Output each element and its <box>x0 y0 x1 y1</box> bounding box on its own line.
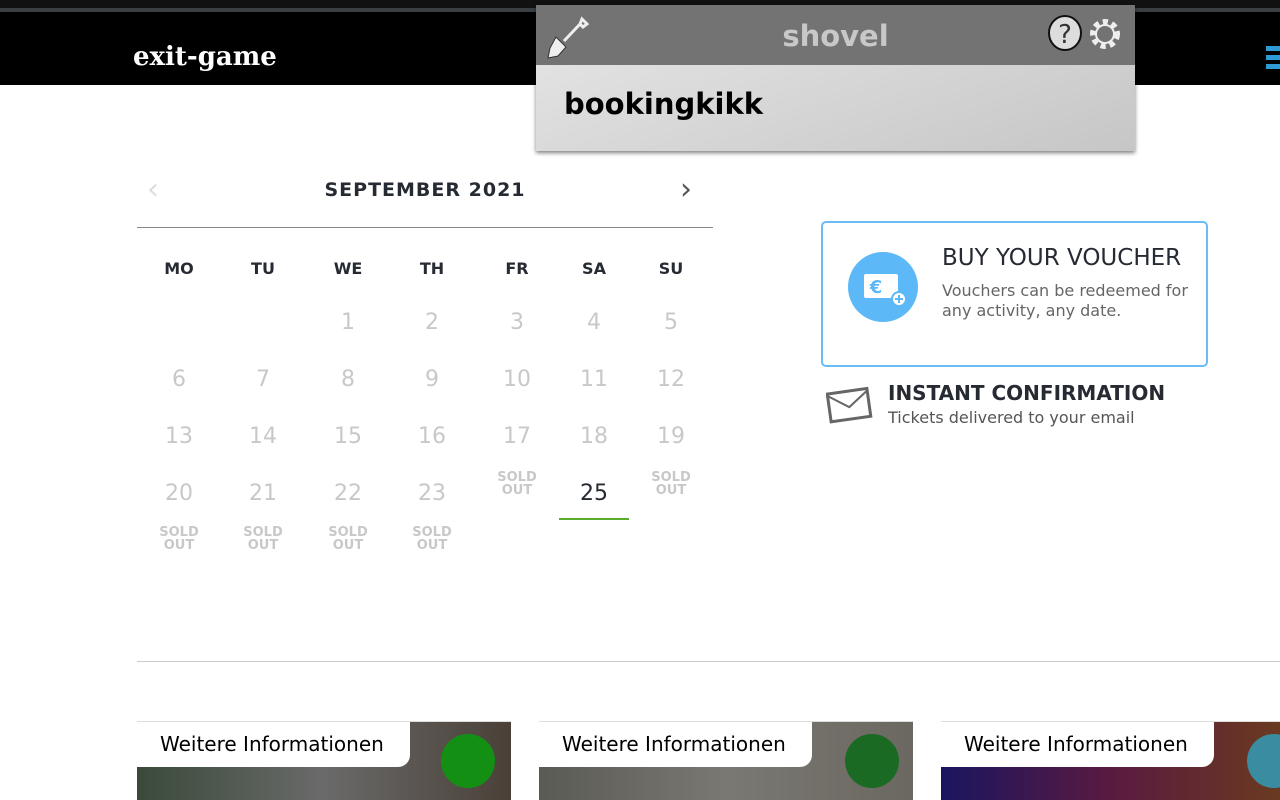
buy-voucher-box[interactable]: € BUY YOUR VOUCHER Vouchers can be redee… <box>821 221 1208 367</box>
day-sold-out: SOLD OUT <box>412 525 452 553</box>
calendar-day: 18 <box>580 424 608 449</box>
activity-card[interactable]: Weitere Informationen <box>137 721 511 800</box>
envelope-icon <box>826 386 873 424</box>
site-logo[interactable]: exit-game <box>133 42 277 72</box>
month-title: SEPTEMBER 2021 <box>324 179 526 201</box>
gear-icon[interactable] <box>1086 15 1124 53</box>
weekday-sa: SA <box>582 259 606 278</box>
day-sold-out: SOLD OUT <box>651 470 691 498</box>
extension-title: shovel <box>782 19 889 53</box>
weekday-th: TH <box>419 259 445 278</box>
calendar-day: 4 <box>587 310 601 335</box>
calendar-day: 15 <box>334 424 362 449</box>
calendar-day: 7 <box>256 367 270 392</box>
calendar-day[interactable]: 25 <box>559 481 629 520</box>
calendar-day: 3 <box>510 310 524 335</box>
weekday-su: SU <box>658 259 684 278</box>
shovel-extension-popup: shovel ? bookingkikk <box>536 5 1135 151</box>
voucher-title: BUY YOUR VOUCHER <box>942 245 1182 271</box>
calendar-day: 16 <box>418 424 446 449</box>
day-sold-out: SOLD OUT <box>328 525 368 553</box>
calendar-day: 14 <box>249 424 277 449</box>
svg-text:€: € <box>869 277 883 298</box>
weekday-we: WE <box>333 259 363 278</box>
activity-card[interactable]: Weitere Informationen <box>941 721 1280 800</box>
calendar-day: 23 <box>418 481 446 506</box>
weekday-tu: TU <box>251 259 275 278</box>
more-info-link[interactable]: Weitere Informationen <box>941 722 1214 767</box>
weekday-mo: MO <box>164 259 194 278</box>
menu-icon[interactable] <box>1266 46 1280 73</box>
activity-card[interactable]: Weitere Informationen <box>539 721 913 800</box>
next-month-button[interactable]: › <box>680 172 692 207</box>
calendar-day: 11 <box>580 367 608 392</box>
calendar-header: ‹ SEPTEMBER 2021 › <box>137 170 713 228</box>
calendar-day: 17 <box>503 424 531 449</box>
more-info-link[interactable]: Weitere Informationen <box>539 722 812 767</box>
day-sold-out: SOLD OUT <box>497 470 537 498</box>
calendar-day: 5 <box>664 310 678 335</box>
calendar-day: 21 <box>249 481 277 506</box>
calendar-day: 8 <box>341 367 355 392</box>
day-sold-out: SOLD OUT <box>159 525 199 553</box>
calendar-day: 13 <box>165 424 193 449</box>
calendar-day: 19 <box>657 424 685 449</box>
forest-icon <box>441 734 495 788</box>
calendar-day: 12 <box>657 367 685 392</box>
calendar-day: 2 <box>425 310 439 335</box>
calendar-day: 22 <box>334 481 362 506</box>
divider <box>137 661 1280 662</box>
calendar-day: 10 <box>503 367 531 392</box>
calendar-day: 6 <box>172 367 186 392</box>
confirmation-text: Tickets delivered to your email <box>888 408 1135 427</box>
help-icon[interactable]: ? <box>1047 15 1083 51</box>
svg-text:?: ? <box>1058 20 1072 50</box>
extension-content: bookingkikk <box>536 65 1135 151</box>
weekday-fr: FR <box>505 259 529 278</box>
confirmation-title: INSTANT CONFIRMATION <box>888 381 1166 405</box>
voucher-text: Vouchers can be redeemed for any activit… <box>942 281 1188 320</box>
calendar-day: 9 <box>425 367 439 392</box>
forest-icon <box>845 734 899 788</box>
voucher-icon: € <box>848 252 918 322</box>
calendar-day: 20 <box>165 481 193 506</box>
more-info-link[interactable]: Weitere Informationen <box>137 722 410 767</box>
day-sold-out: SOLD OUT <box>243 525 283 553</box>
calendar-day: 1 <box>341 310 355 335</box>
